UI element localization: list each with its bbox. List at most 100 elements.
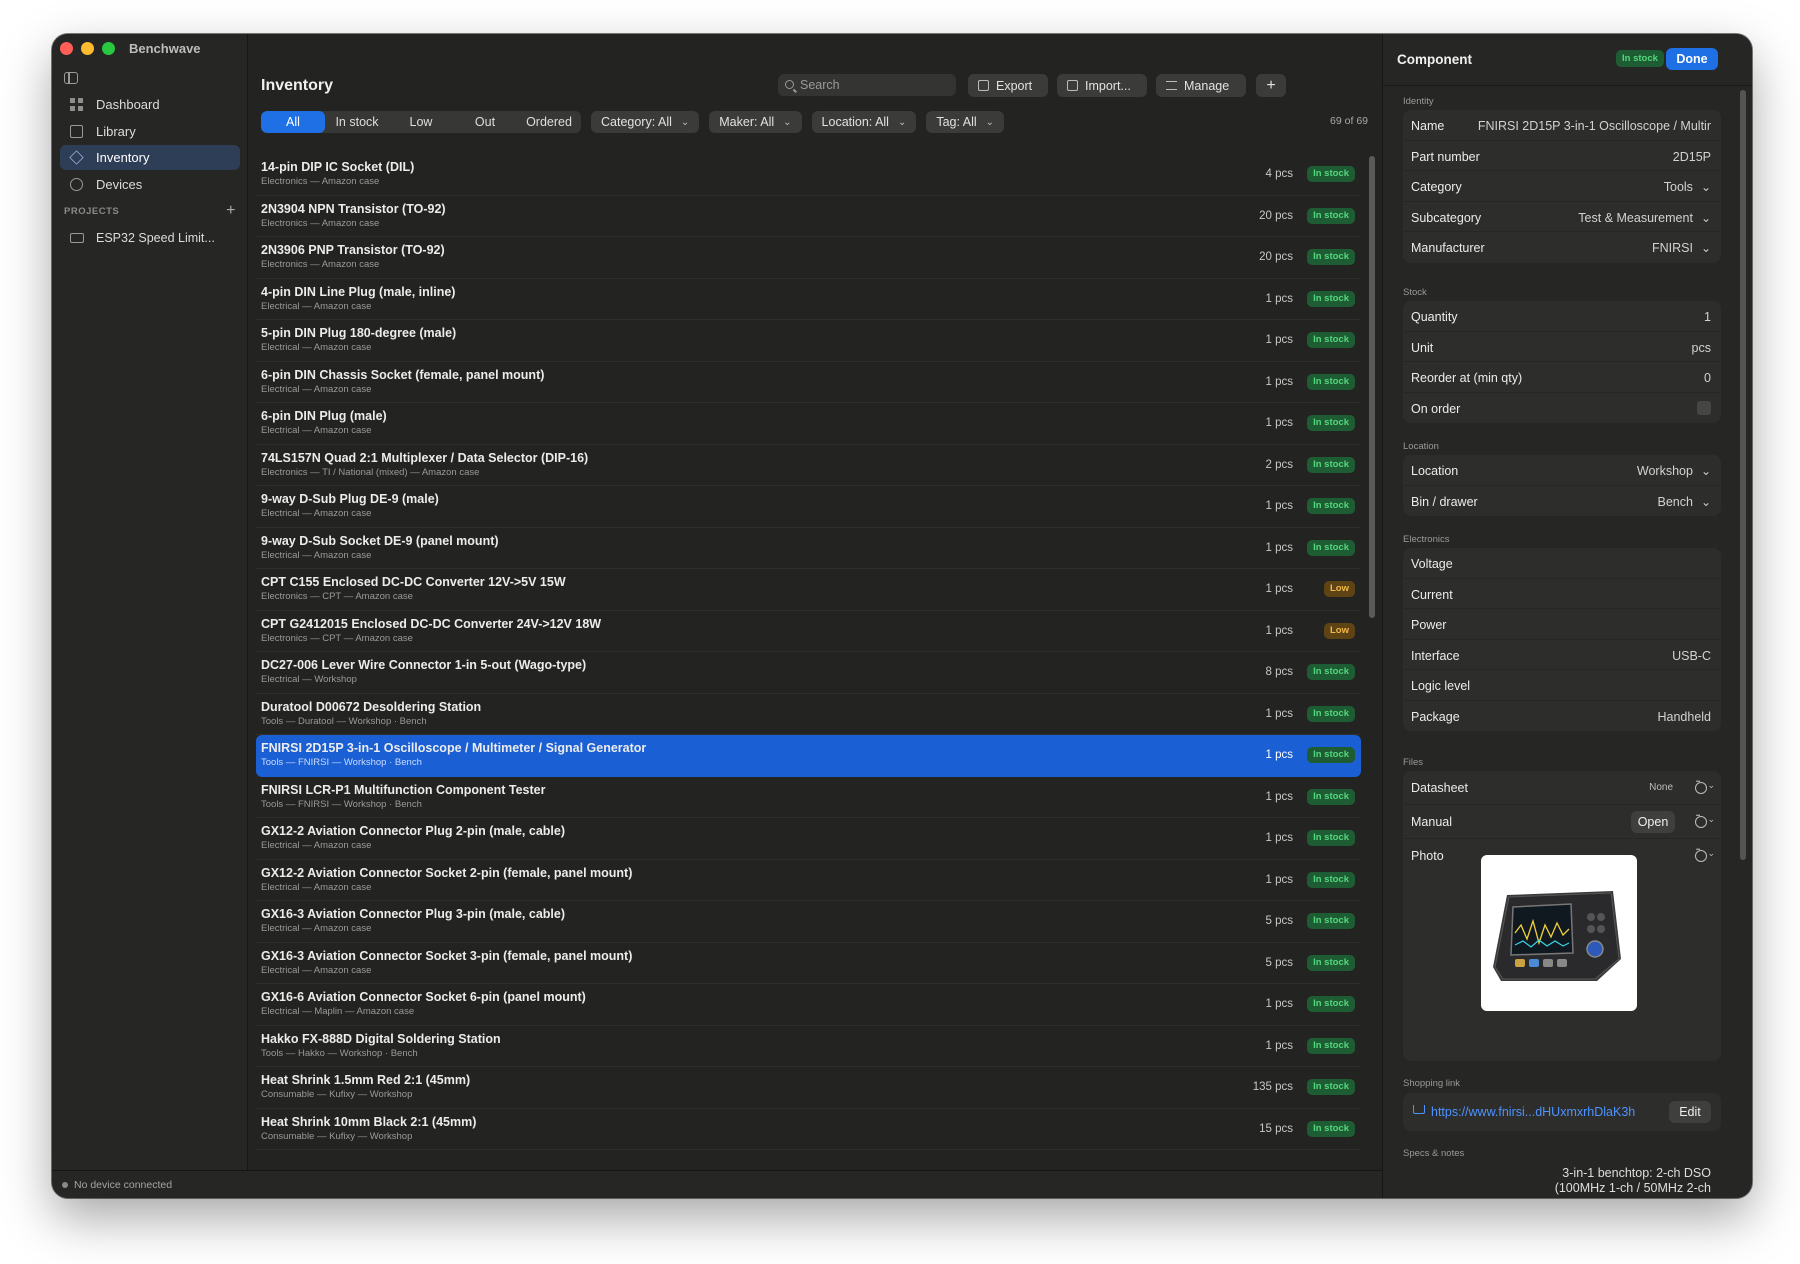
location-value: Workshop (1636, 464, 1693, 478)
item-subtitle: Electronics — CPT — Amazon case (261, 591, 413, 602)
table-row[interactable]: GX12-2 Aviation Connector Plug 2-pin (ma… (256, 818, 1361, 860)
table-row[interactable]: 5-pin DIN Plug 180-degree (male) Electric… (256, 320, 1361, 362)
table-row[interactable]: GX16-3 Aviation Connector Socket 3-pin (… (256, 943, 1361, 984)
list-scrollbar[interactable] (1369, 156, 1375, 618)
field-subcategory[interactable]: Subcategory Test & Measurement ⌄ (1403, 202, 1721, 232)
table-row[interactable]: CPT G2412015 Enclosed DC-DC Converter 24… (256, 611, 1361, 652)
table-row[interactable]: 4-pin DIN Line Plug (male, inline) Electr… (256, 279, 1361, 320)
field-manufacturer[interactable]: Manufacturer FNIRSI ⌄ (1403, 232, 1721, 263)
unit-input[interactable]: pcs (1692, 341, 1711, 355)
minimize-window-button[interactable] (81, 42, 94, 55)
maker-dropdown[interactable]: Maker: All ⌄ (709, 111, 802, 133)
field-name[interactable]: Name FNIRSI 2D15P 3-in-1 Oscilloscope / … (1403, 110, 1721, 141)
field-unit[interactable]: Unit pcs (1403, 332, 1721, 362)
item-quantity: 20 pcs (1259, 209, 1293, 222)
manufacturer-select[interactable]: FNIRSI ⌄ (1652, 241, 1711, 255)
field-location[interactable]: Location Workshop ⌄ (1403, 455, 1721, 486)
location-select[interactable]: Workshop ⌄ (1637, 464, 1711, 478)
sidebar-item-dashboard[interactable]: Dashboard (60, 92, 240, 117)
field-label: Current (1411, 587, 1453, 602)
filter-in-stock[interactable]: In stock (325, 111, 389, 133)
sidebar-item-library[interactable]: Library (60, 119, 240, 144)
manage-button[interactable]: Manage (1156, 74, 1246, 97)
more-options-icon[interactable] (1695, 779, 1707, 794)
search-input[interactable]: Search (778, 74, 956, 96)
shopping-link[interactable]: https://www.fnirsi...dHUxmxrhDlaK3h (1431, 1105, 1635, 1119)
field-part-number[interactable]: Part number 2D15P (1403, 141, 1721, 171)
product-photo[interactable] (1481, 855, 1637, 1011)
close-window-button[interactable] (60, 42, 73, 55)
filter-out[interactable]: Out (453, 111, 517, 133)
field-voltage[interactable]: Voltage (1403, 548, 1721, 579)
table-row[interactable]: 9-way D-Sub Socket DE-9 (panel mount) Ele… (256, 528, 1361, 569)
reorder-input[interactable]: 0 (1704, 371, 1711, 385)
table-row[interactable]: Hakko FX-888D Digital Soldering Station T… (256, 1026, 1361, 1067)
table-row[interactable]: 6-pin DIN Plug (male) Electrical — Amazon… (256, 403, 1361, 445)
name-input[interactable]: FNIRSI 2D15P 3-in-1 Oscilloscope / Multi… (1478, 119, 1711, 133)
add-project-button[interactable]: + (226, 202, 236, 220)
bin-select[interactable]: Bench ⌄ (1657, 495, 1711, 509)
package-input[interactable]: Handheld (1657, 710, 1711, 724)
subcategory-select[interactable]: Test & Measurement ⌄ (1578, 211, 1711, 225)
field-interface[interactable]: Interface USB-C (1403, 640, 1721, 670)
specs-notes-field[interactable]: 3-in-1 benchtop: 2-ch DSO (100MHz 1-ch /… (1403, 1166, 1721, 1198)
field-bin[interactable]: Bin / drawer Bench ⌄ (1403, 486, 1721, 517)
field-category[interactable]: Category Tools ⌄ (1403, 171, 1721, 202)
field-logic-level[interactable]: Logic level (1403, 670, 1721, 701)
table-row[interactable]: 6-pin DIN Chassis Socket (female, panel … (256, 362, 1361, 403)
table-row[interactable]: GX16-3 Aviation Connector Plug 3-pin (ma… (256, 901, 1361, 943)
table-row[interactable]: 74LS157N Quad 2:1 Multiplexer / Data Sel… (256, 445, 1361, 486)
table-row[interactable]: FNIRSI 2D15P 3-in-1 Oscilloscope / Multi… (256, 735, 1361, 777)
field-quantity[interactable]: Quantity 1 (1403, 301, 1721, 332)
table-row[interactable]: GX16-6 Aviation Connector Socket 6-pin (… (256, 984, 1361, 1026)
table-row[interactable]: 9-way D-Sub Plug DE-9 (male) Electrical —… (256, 486, 1361, 528)
table-row[interactable]: FNIRSI LCR-P1 Multifunction Component Te… (256, 777, 1361, 818)
import-button[interactable]: Import... (1057, 74, 1147, 97)
detail-scrollbar[interactable] (1740, 90, 1746, 860)
table-row[interactable]: 14-pin DIP IC Socket (DIL) Electronics — … (256, 154, 1361, 196)
status-badge: In stock (1307, 290, 1355, 307)
field-reorder[interactable]: Reorder at (min qty) 0 (1403, 362, 1721, 393)
export-button[interactable]: Export (968, 74, 1048, 97)
location-dropdown[interactable]: Location: All ⌄ (811, 111, 917, 133)
add-item-button[interactable]: + (1256, 74, 1286, 97)
table-row[interactable]: DC27-006 Lever Wire Connector 1-in 5-out… (256, 652, 1361, 694)
table-row[interactable]: 2N3904 NPN Transistor (TO-92) Electronics… (256, 196, 1361, 237)
filter-low[interactable]: Low (389, 111, 453, 133)
projects-header-label: PROJECTS (64, 206, 120, 217)
quantity-input[interactable]: 1 (1704, 310, 1711, 324)
filter-ordered[interactable]: Ordered (517, 111, 581, 133)
table-row[interactable]: GX12-2 Aviation Connector Socket 2-pin (… (256, 860, 1361, 901)
filter-all[interactable]: All (261, 111, 325, 133)
import-label: Import... (1085, 78, 1131, 93)
table-row[interactable]: 2N3906 PNP Transistor (TO-92) Electronics… (256, 237, 1361, 279)
project-item-esp32[interactable]: ESP32 Speed Limit... (60, 226, 240, 250)
category-dropdown[interactable]: Category: All ⌄ (591, 111, 700, 133)
on-order-checkbox[interactable] (1697, 400, 1711, 415)
field-current[interactable]: Current (1403, 579, 1721, 609)
more-options-icon[interactable] (1695, 847, 1707, 862)
more-options-icon[interactable] (1695, 813, 1707, 828)
field-package[interactable]: Package Handheld (1403, 701, 1721, 732)
field-label: Location (1411, 464, 1459, 478)
edit-link-button[interactable]: Edit (1669, 1101, 1711, 1123)
field-manual[interactable]: Manual Open ⌄ (1403, 805, 1721, 839)
interface-input[interactable]: USB-C (1672, 649, 1711, 663)
done-button[interactable]: Done (1666, 48, 1718, 70)
field-on-order[interactable]: On order (1403, 393, 1721, 424)
table-row[interactable]: Duratool D00672 Desoldering Station Tools… (256, 694, 1361, 735)
part-number-input[interactable]: 2D15P (1673, 150, 1711, 164)
tag-dropdown[interactable]: Tag: All ⌄ (926, 111, 1005, 133)
sidebar-item-inventory[interactable]: Inventory (60, 145, 240, 170)
table-row[interactable]: CPT C155 Enclosed DC-DC Converter 12V->5… (256, 569, 1361, 611)
open-manual-button[interactable]: Open (1631, 811, 1675, 833)
item-quantity: 1 pcs (1265, 790, 1294, 803)
sidebar-item-devices[interactable]: Devices (60, 172, 240, 197)
field-power[interactable]: Power (1403, 609, 1721, 640)
category-select[interactable]: Tools ⌄ (1664, 180, 1711, 194)
field-datasheet[interactable]: Datasheet None ⌄ (1403, 771, 1721, 805)
table-row[interactable]: Heat Shrink 10mm Black 2:1 (45mm) Consuma… (256, 1109, 1361, 1150)
zoom-window-button[interactable] (102, 42, 115, 55)
table-row[interactable]: Heat Shrink 1.5mm Red 2:1 (45mm) Consumab… (256, 1067, 1361, 1109)
sidebar-toggle-icon[interactable] (64, 72, 78, 84)
